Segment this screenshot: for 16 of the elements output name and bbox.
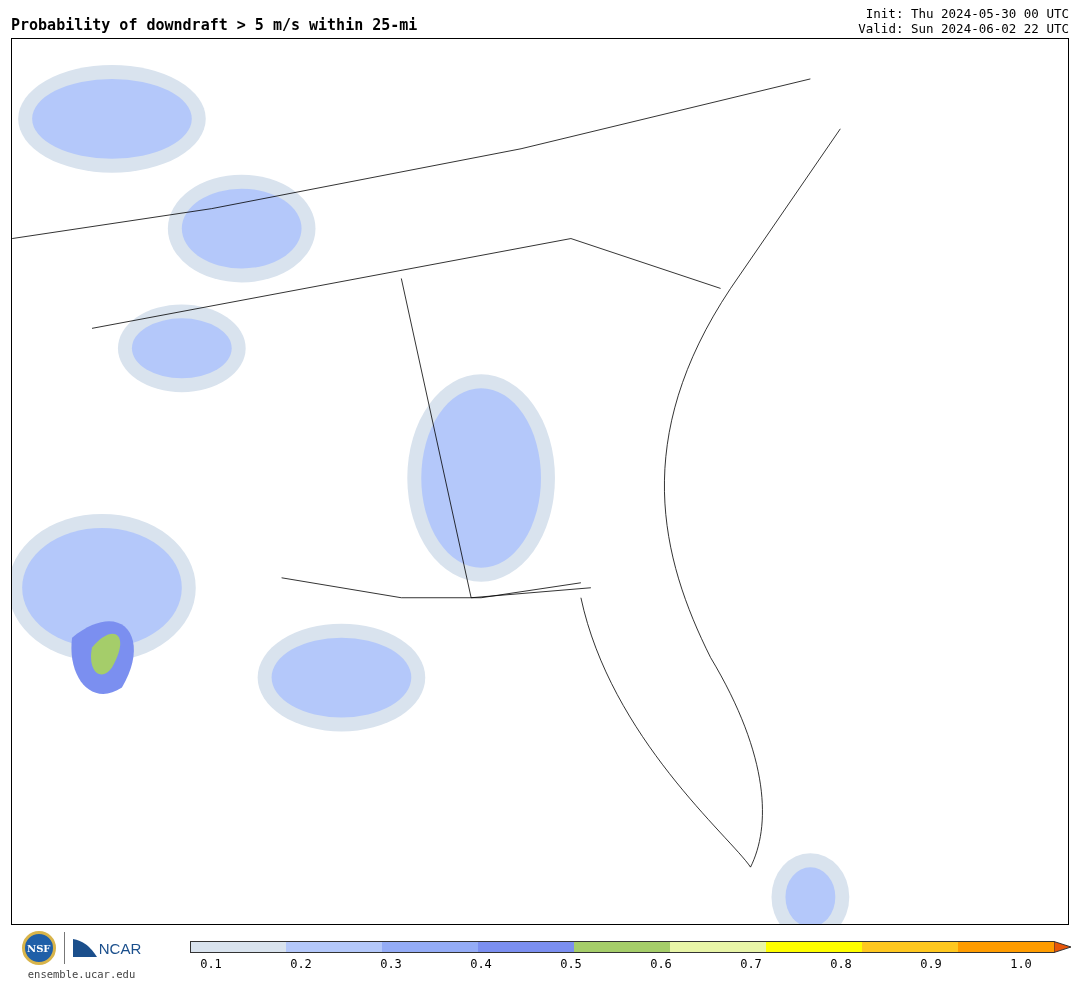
tick-label: 0.1	[199, 957, 223, 971]
tick-label: 0.3	[379, 957, 403, 971]
tick-label: 0.9	[919, 957, 943, 971]
tick-label: 1.0	[1009, 957, 1033, 971]
tick-label: 0.5	[559, 957, 583, 971]
valid-time: Valid: Sun 2024-06-02 22 UTC	[858, 21, 1069, 36]
tick-label: 0.4	[469, 957, 493, 971]
tick-label: 0.2	[289, 957, 313, 971]
init-time: Init: Thu 2024-05-30 00 UTC	[865, 6, 1069, 21]
chart-title: Probability of downdraft > 5 m/s within 25-mi	[11, 16, 418, 36]
ncar-logo: NCAR	[72, 939, 142, 957]
tick-label: 0.7	[739, 957, 763, 971]
tick-label: 0.6	[649, 957, 673, 971]
tick-label: 0.8	[829, 957, 853, 971]
nsf-logo: NSF	[21, 931, 56, 965]
site-url: ensemble.ucar.edu	[27, 968, 136, 980]
